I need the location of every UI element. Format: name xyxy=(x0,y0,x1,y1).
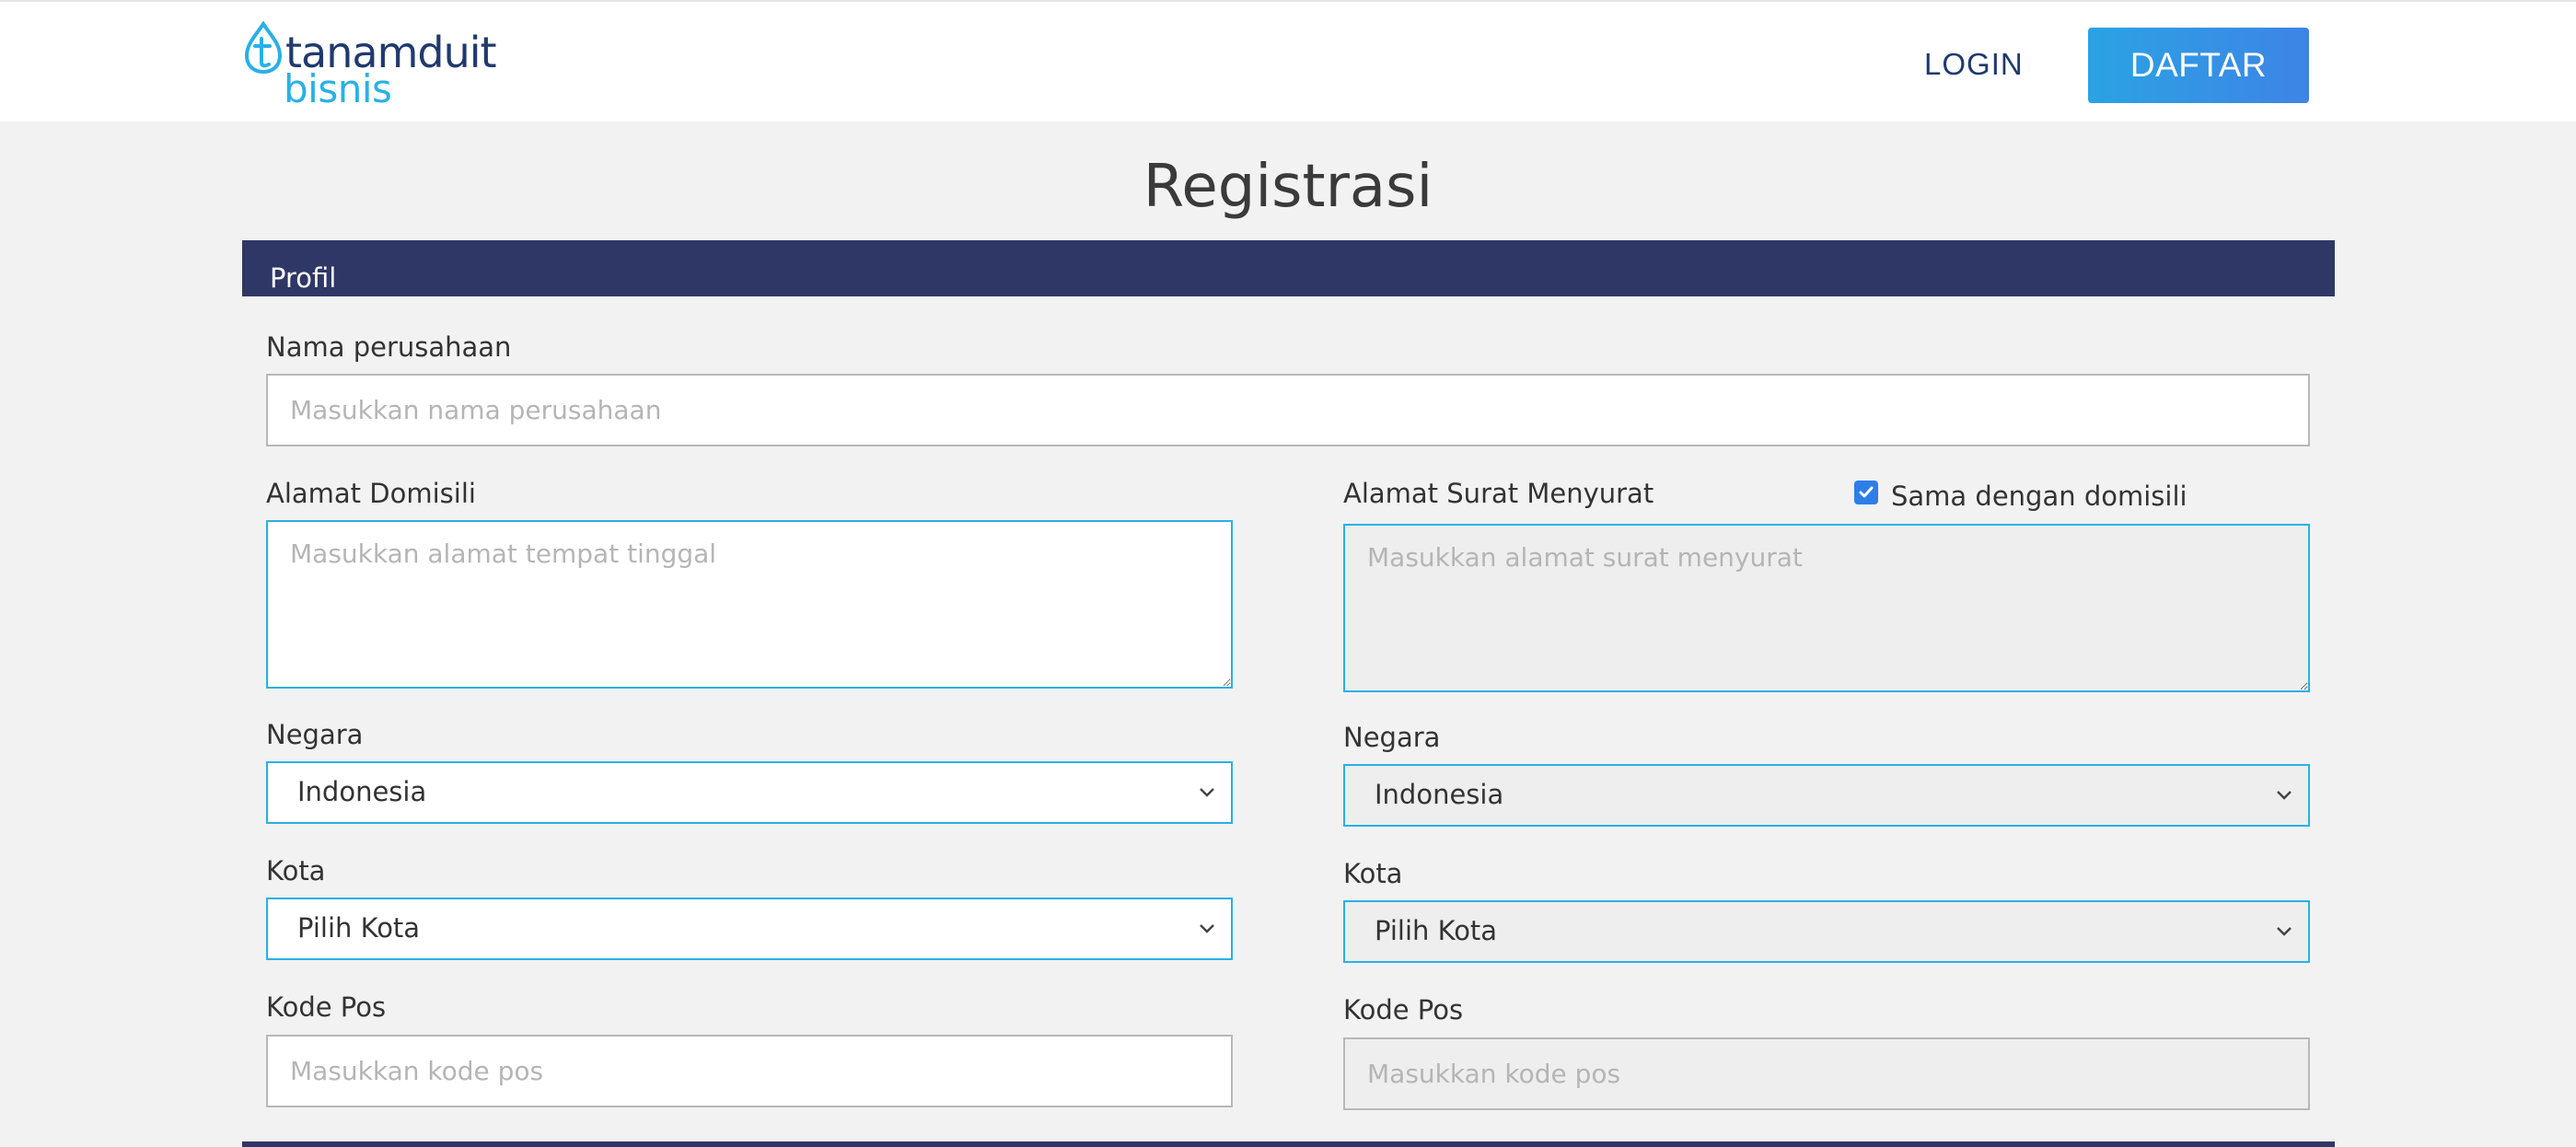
mailing-address-label: Alamat Surat Menyurat xyxy=(1343,478,1654,509)
mailing-postal-label: Kode Pos xyxy=(1343,994,1464,1025)
mailing-country-label: Negara xyxy=(1343,722,1441,753)
domicile-address-label: Alamat Domisili xyxy=(266,478,476,509)
domicile-city-label: Kota xyxy=(266,855,326,886)
mailing-address-textarea[interactable] xyxy=(1343,524,2310,692)
mailing-city-value: Pilih Kota xyxy=(1375,915,1498,946)
domicile-postal-label: Kode Pos xyxy=(266,991,387,1023)
logo-text-bisnis: bisnis xyxy=(284,66,392,111)
domicile-address-textarea[interactable] xyxy=(266,520,1233,689)
chevron-down-icon xyxy=(1200,788,1214,797)
domicile-country-label: Negara xyxy=(266,719,364,750)
company-name-input[interactable] xyxy=(266,374,2310,446)
same-as-domicile-label[interactable]: Sama dengan domisili xyxy=(1891,481,2187,512)
domicile-country-value: Indonesia xyxy=(297,776,427,807)
section-title: Profil xyxy=(270,262,337,294)
chevron-down-icon xyxy=(1200,924,1214,933)
domicile-postal-input[interactable] xyxy=(266,1035,1233,1107)
brand-logo[interactable]: tanamduit bisnis xyxy=(243,20,497,111)
mailing-country-value: Indonesia xyxy=(1375,779,1504,810)
section-header-profil: Profil xyxy=(242,240,2335,296)
domicile-country-select[interactable]: Indonesia xyxy=(266,761,1233,824)
same-as-domicile-checkbox[interactable] xyxy=(1854,481,1878,504)
mailing-postal-input[interactable] xyxy=(1343,1037,2310,1110)
mailing-country-select[interactable]: Indonesia xyxy=(1343,764,2310,827)
top-navbar: tanamduit bisnis LOGIN DAFTAR xyxy=(0,0,2576,122)
mailing-city-select[interactable]: Pilih Kota xyxy=(1343,900,2310,963)
company-name-label: Nama perusahaan xyxy=(266,331,512,363)
chevron-down-icon xyxy=(2277,791,2292,800)
login-button[interactable]: LOGIN xyxy=(1924,41,2024,88)
next-section-header xyxy=(242,1141,2335,1147)
domicile-city-value: Pilih Kota xyxy=(297,912,421,944)
domicile-city-select[interactable]: Pilih Kota xyxy=(266,898,1233,960)
chevron-down-icon xyxy=(2277,927,2292,936)
daftar-button[interactable]: DAFTAR xyxy=(2088,28,2309,103)
check-icon xyxy=(1859,486,1874,498)
mailing-city-label: Kota xyxy=(1343,858,1403,889)
tanamduit-drop-logo-icon xyxy=(244,20,283,75)
page-title: Registrasi xyxy=(1143,153,1433,221)
